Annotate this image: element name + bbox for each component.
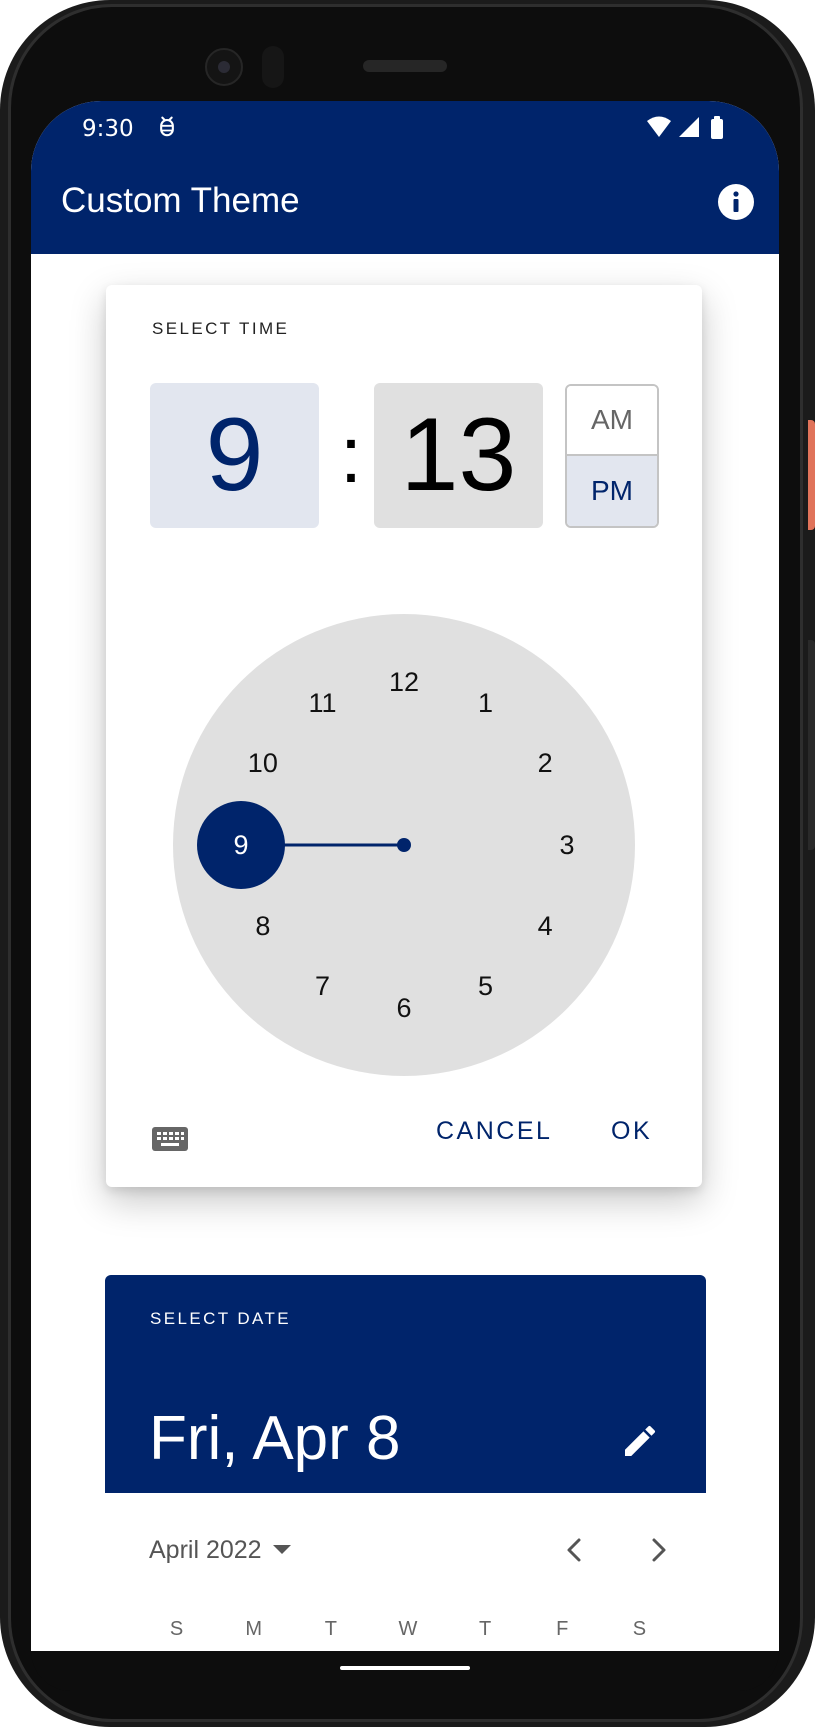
hour-input[interactable]: 9 xyxy=(150,383,319,528)
pm-button[interactable]: PM xyxy=(567,456,657,526)
signal-icon xyxy=(679,117,699,137)
clock-number-6[interactable]: 6 xyxy=(379,988,429,1028)
month-year-label: April 2022 xyxy=(149,1535,262,1564)
chevron-right-icon[interactable] xyxy=(640,1532,676,1568)
earpiece-speaker xyxy=(363,60,447,72)
clock-number-8[interactable]: 8 xyxy=(238,907,288,947)
time-picker-title: SELECT TIME xyxy=(152,319,290,338)
time-separator: : xyxy=(339,410,363,499)
clock-number-7[interactable]: 7 xyxy=(298,966,348,1006)
date-picker-header: SELECT DATE Fri, Apr 8 xyxy=(105,1275,706,1493)
keyboard-icon[interactable] xyxy=(150,1124,190,1154)
status-icons xyxy=(647,116,723,139)
weekday-label: F xyxy=(556,1618,569,1640)
clock-dial[interactable]: 12 1 2 3 4 5 6 7 8 9 10 11 xyxy=(173,614,635,1076)
info-icon[interactable] xyxy=(717,183,755,221)
debug-icon xyxy=(160,116,174,137)
weekday-label: S xyxy=(169,1618,184,1640)
clock-number-2[interactable]: 2 xyxy=(520,744,570,784)
weekday-label: T xyxy=(324,1618,337,1640)
app-title: Custom Theme xyxy=(61,181,300,220)
clock-number-11[interactable]: 11 xyxy=(298,684,348,724)
ok-button[interactable]: OK xyxy=(611,1117,652,1146)
time-picker-dialog: SELECT TIME 9 : 13 AM PM 12 1 2 3 4 5 6 7 8 9 10 11 xyxy=(106,285,702,1187)
status-bar: 9:30 xyxy=(31,101,779,153)
power-button xyxy=(808,420,815,530)
selected-date: Fri, Apr 8 xyxy=(149,1404,401,1473)
clock-number-3[interactable]: 3 xyxy=(542,825,592,865)
clock-number-4[interactable]: 4 xyxy=(520,907,570,947)
cancel-button[interactable]: CANCEL xyxy=(436,1117,552,1146)
dropdown-arrow-icon xyxy=(272,1545,291,1554)
battery-icon xyxy=(711,116,723,139)
date-picker-dialog: SELECT DATE Fri, Apr 8 April 2022 S M T W T F… xyxy=(105,1275,706,1651)
pencil-icon[interactable] xyxy=(620,1421,660,1461)
clock-number-1[interactable]: 1 xyxy=(461,684,511,724)
minute-input[interactable]: 13 xyxy=(374,383,543,528)
weekday-header: SMTWTFS xyxy=(138,1618,678,1648)
weekday-label: T xyxy=(479,1618,492,1640)
home-indicator[interactable] xyxy=(340,1666,470,1670)
volume-button xyxy=(808,640,815,850)
wifi-icon xyxy=(647,116,671,137)
clock-center-dot xyxy=(397,838,411,852)
date-picker-title: SELECT DATE xyxy=(150,1309,292,1328)
am-button[interactable]: AM xyxy=(567,386,657,456)
weekday-label: W xyxy=(398,1618,418,1640)
clock-number-12[interactable]: 12 xyxy=(379,662,429,702)
clock-number-10[interactable]: 10 xyxy=(238,744,288,784)
clock-number-5[interactable]: 5 xyxy=(461,966,511,1006)
app-bar: Custom Theme xyxy=(31,153,779,254)
clock-number-9[interactable]: 9 xyxy=(216,825,266,865)
bottom-bezel xyxy=(31,1651,779,1691)
chevron-left-icon[interactable] xyxy=(557,1532,593,1568)
month-year-dropdown[interactable]: April 2022 xyxy=(149,1530,292,1570)
proximity-sensor xyxy=(262,46,284,88)
screen: 9:30 Custom Theme SELECT TIME 9: 13 AM … xyxy=(31,101,779,1651)
weekday-label: S xyxy=(632,1618,647,1640)
status-time: 9:30 xyxy=(82,116,134,142)
am-pm-toggle: AM PM xyxy=(565,384,659,528)
weekday-label: M xyxy=(245,1618,263,1640)
front-camera xyxy=(205,48,243,86)
